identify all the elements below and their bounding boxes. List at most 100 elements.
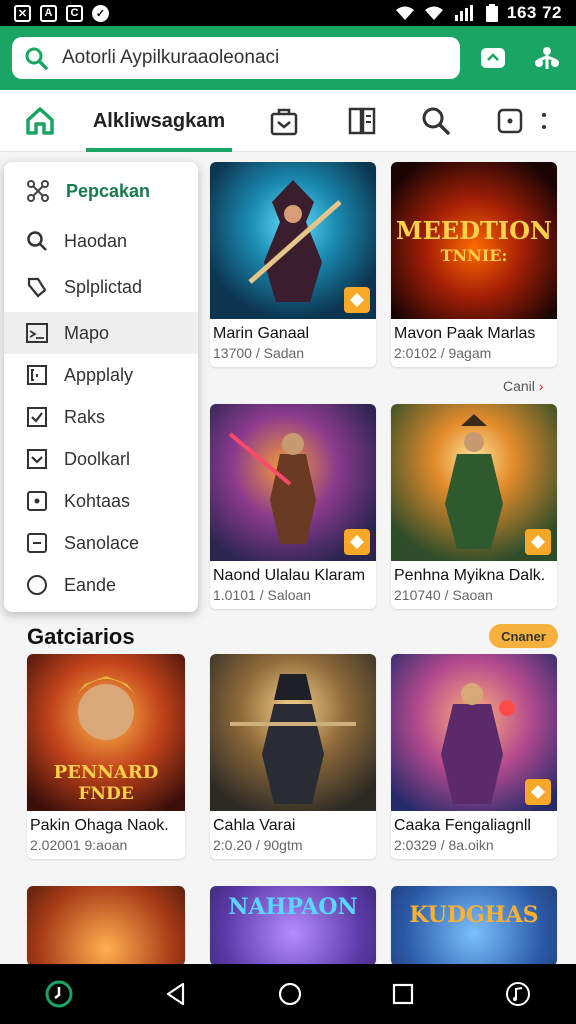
wifi-2-icon: [425, 6, 443, 20]
cast-button[interactable]: [480, 46, 506, 70]
wifi-icon: [396, 6, 414, 20]
status-bar: ✕ A C ✓ 163 72: [0, 0, 576, 26]
tab-search[interactable]: [414, 90, 458, 152]
game-thumbnail: [391, 404, 557, 561]
game-title: Penhna Myikna Dalk.: [394, 567, 546, 584]
menu-item[interactable]: Splplictad: [4, 262, 198, 312]
game-art-title: NAHPAON: [228, 894, 358, 920]
recents-button[interactable]: [391, 982, 415, 1006]
menu-item[interactable]: Kohtaas: [4, 480, 198, 522]
signal-icon: [455, 5, 473, 21]
search-icon: [25, 47, 48, 70]
game-thumbnail: KUDGHAS: [391, 886, 557, 964]
game-card[interactable]: NAHPAON: [210, 886, 376, 964]
menu-item-label: Appplaly: [64, 364, 134, 385]
account-tree-button[interactable]: [534, 45, 560, 71]
more-link[interactable]: Canil ›: [503, 378, 543, 394]
clock: 163 72: [507, 3, 562, 22]
menu-item-label: Doolkarl: [64, 448, 131, 469]
back-button[interactable]: [163, 981, 189, 1007]
menu-header[interactable]: Pepcakan: [4, 162, 198, 220]
game-meta: 13700 / Sadan: [213, 345, 305, 361]
tab-book[interactable]: [340, 90, 384, 152]
home-button[interactable]: [277, 981, 303, 1007]
game-title: Mavon Paak Marlas: [394, 325, 536, 342]
menu-item-label: Sanolace: [64, 532, 140, 553]
game-card[interactable]: PENNARD FNDE Pakin Ohaga Naok. 2.02001 9…: [27, 654, 185, 859]
section-pill-button[interactable]: Cnaner: [489, 624, 558, 648]
assistant-button[interactable]: [44, 979, 74, 1009]
menu-item[interactable]: Appplaly: [4, 354, 198, 396]
home-icon: [26, 107, 54, 135]
menu-item-label: Eande: [64, 574, 117, 595]
menu-item-label: Mapo: [64, 322, 110, 343]
game-card[interactable]: Naond Ulalau Klaram 1.0101 / Saloan: [210, 404, 376, 609]
bracket-icon: [27, 365, 47, 385]
more-vert-icon: [542, 113, 546, 129]
game-card[interactable]: Cahla Varai 2:0.20 / 90gtm: [210, 654, 376, 859]
book-icon: [348, 107, 376, 135]
game-art-title: MEEDTION: [396, 216, 552, 245]
app-bar: Aotorli Aypilkuraaoleonaci: [0, 26, 576, 90]
game-card[interactable]: KUDGHAS: [391, 886, 557, 964]
search-icon: [422, 107, 450, 135]
more-options-button[interactable]: [532, 90, 556, 152]
menu-item[interactable]: Mapo: [4, 312, 198, 354]
game-title: Cahla Varai: [213, 817, 296, 834]
system-nav-bar: [0, 964, 576, 1024]
game-thumbnail: [391, 654, 557, 811]
game-meta: 2:0329 / 8a.oikn: [394, 837, 494, 853]
search-input[interactable]: Aotorli Aypilkuraaoleonaci: [12, 37, 460, 79]
menu-item[interactable]: Eande: [4, 564, 198, 606]
game-thumbnail: [210, 654, 376, 811]
chevron-right-icon: ›: [538, 378, 544, 394]
tab-bag[interactable]: [262, 90, 306, 152]
music-shortcut-button[interactable]: [504, 980, 532, 1008]
game-thumbnail: [27, 886, 185, 964]
tab-home[interactable]: [18, 90, 62, 152]
game-meta: 1.0101 / Saloan: [213, 587, 312, 603]
game-thumbnail: [210, 404, 376, 561]
game-title: Caaka Fengaliagnll: [394, 817, 531, 834]
dot-square-icon: [27, 491, 47, 511]
tab-active[interactable]: Alkliwsagkam: [86, 90, 232, 152]
game-card[interactable]: Caaka Fengaliagnll 2:0329 / 8a.oikn: [391, 654, 557, 859]
menu-item-label: Raks: [64, 406, 106, 427]
menu-item-label: Kohtaas: [64, 490, 131, 511]
notification-x-icon: ✕: [14, 4, 31, 22]
game-art-title: KUDGHAS: [409, 902, 539, 928]
notification-c-icon: C: [66, 4, 83, 22]
game-card[interactable]: MEEDTION TNNIE: Mavon Paak Marlas 2:0102…: [391, 162, 557, 367]
gamepad-badge-icon: [344, 287, 370, 313]
game-art-title: PENNARD: [53, 762, 159, 783]
section-title: Gatciarios: [27, 624, 135, 649]
menu-item[interactable]: Haodan: [4, 220, 198, 262]
game-title: Naond Ulalau Klaram: [213, 567, 366, 584]
game-meta: 2:0102 / 9agam: [394, 345, 492, 361]
network-icon: [27, 180, 49, 202]
game-card[interactable]: Marin Ganaal 13700 / Sadan: [210, 162, 376, 367]
menu-item[interactable]: Raks: [4, 396, 198, 438]
game-thumbnail: NAHPAON: [210, 886, 376, 964]
tab-bar: Alkliwsagkam: [0, 90, 576, 152]
game-thumbnail: MEEDTION TNNIE:: [391, 162, 557, 319]
tag-icon: [27, 277, 47, 298]
tab-screen[interactable]: [488, 90, 532, 152]
menu-item-label: Splplictad: [64, 276, 143, 297]
game-title: Marin Ganaal: [213, 325, 310, 342]
gamepad-badge-icon: [525, 529, 551, 555]
game-art-subtitle: TNNIE:: [440, 246, 508, 265]
menu-item[interactable]: Doolkarl: [4, 438, 198, 480]
game-thumbnail: [210, 162, 376, 319]
game-title: Pakin Ohaga Naok.: [30, 817, 169, 834]
menu-item[interactable]: Sanolace: [4, 522, 198, 564]
battery-icon: [486, 4, 498, 22]
dash-square-icon: [27, 533, 47, 553]
tab-active-label: Alkliwsagkam: [92, 109, 226, 132]
game-card[interactable]: [27, 886, 185, 964]
game-card[interactable]: Penhna Myikna Dalk. 210740 / Saoan: [391, 404, 557, 609]
checkbox-icon: [27, 449, 47, 469]
menu-item-label: Haodan: [64, 230, 128, 251]
notification-check-icon: ✓: [92, 4, 109, 22]
game-thumbnail: PENNARD FNDE: [27, 654, 185, 811]
